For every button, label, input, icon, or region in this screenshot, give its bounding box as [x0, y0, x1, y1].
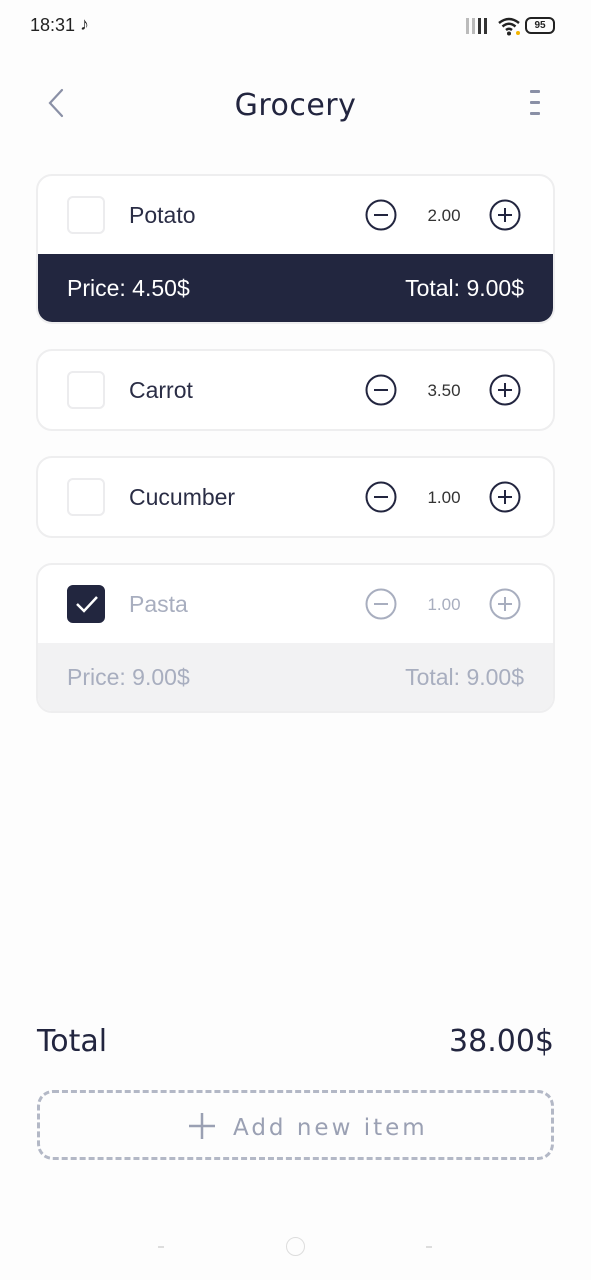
status-bar: 18:31 ♪ 95: [0, 0, 591, 52]
minus-icon[interactable]: [365, 374, 397, 406]
price-bar: Price: 9.00$ Total: 9.00$: [38, 643, 553, 711]
plus-icon[interactable]: [489, 374, 521, 406]
checkmark-icon: [76, 596, 98, 613]
item-quantity: 1.00: [427, 595, 461, 614]
item-checkbox[interactable]: [67, 196, 105, 234]
battery-icon: 95: [525, 17, 555, 34]
total-label: Total: [37, 1024, 108, 1059]
item-total: Total: 9.00$: [405, 275, 524, 301]
menu-dot: [530, 112, 540, 115]
more-menu-button[interactable]: [526, 88, 544, 118]
minus-icon[interactable]: [365, 588, 397, 620]
minus-icon[interactable]: [365, 481, 397, 513]
list-item: Cucumber 1.00: [36, 456, 555, 538]
nav-recents-indicator[interactable]: [426, 1246, 432, 1248]
minus-icon[interactable]: [365, 199, 397, 231]
list-item: Potato 2.00 Price: 4.50$ Total: 9.00$: [36, 174, 555, 324]
nav-back-indicator[interactable]: [158, 1246, 164, 1248]
tiktok-notification-icon: ♪: [80, 14, 89, 34]
signal-icon: [466, 18, 487, 34]
item-price: Price: 4.50$: [67, 275, 190, 301]
page-title: Grocery: [234, 88, 357, 123]
plus-icon: [189, 1113, 215, 1139]
menu-dot: [530, 90, 540, 93]
item-quantity: 2.00: [427, 206, 461, 225]
item-name: Carrot: [129, 377, 193, 403]
nav-home-button[interactable]: [286, 1237, 305, 1256]
item-quantity: 1.00: [427, 488, 461, 507]
item-name: Potato: [129, 202, 196, 228]
status-time: 18:31: [30, 15, 76, 35]
menu-dot: [530, 101, 540, 104]
total-value: 38.00$: [449, 1024, 554, 1059]
item-checkbox[interactable]: [67, 478, 105, 516]
plus-icon[interactable]: [489, 481, 521, 513]
item-quantity: 3.50: [427, 381, 461, 400]
plus-icon[interactable]: [489, 588, 521, 620]
plus-icon[interactable]: [489, 199, 521, 231]
item-price: Price: 9.00$: [67, 664, 190, 690]
item-total: Total: 9.00$: [405, 664, 524, 690]
price-bar: Price: 4.50$ Total: 9.00$: [38, 254, 553, 322]
item-name: Pasta: [129, 591, 188, 617]
add-new-item-button[interactable]: Add new item: [37, 1090, 554, 1160]
list-item: Pasta 1.00 Price: 9.00$ Total: 9.00$: [36, 563, 555, 713]
item-name: Cucumber: [129, 484, 236, 510]
item-checkbox[interactable]: [67, 585, 105, 623]
item-checkbox[interactable]: [67, 371, 105, 409]
add-new-item-label: Add new item: [233, 1115, 428, 1141]
list-item: Carrot 3.50: [36, 349, 555, 431]
wifi-icon: [498, 17, 520, 36]
